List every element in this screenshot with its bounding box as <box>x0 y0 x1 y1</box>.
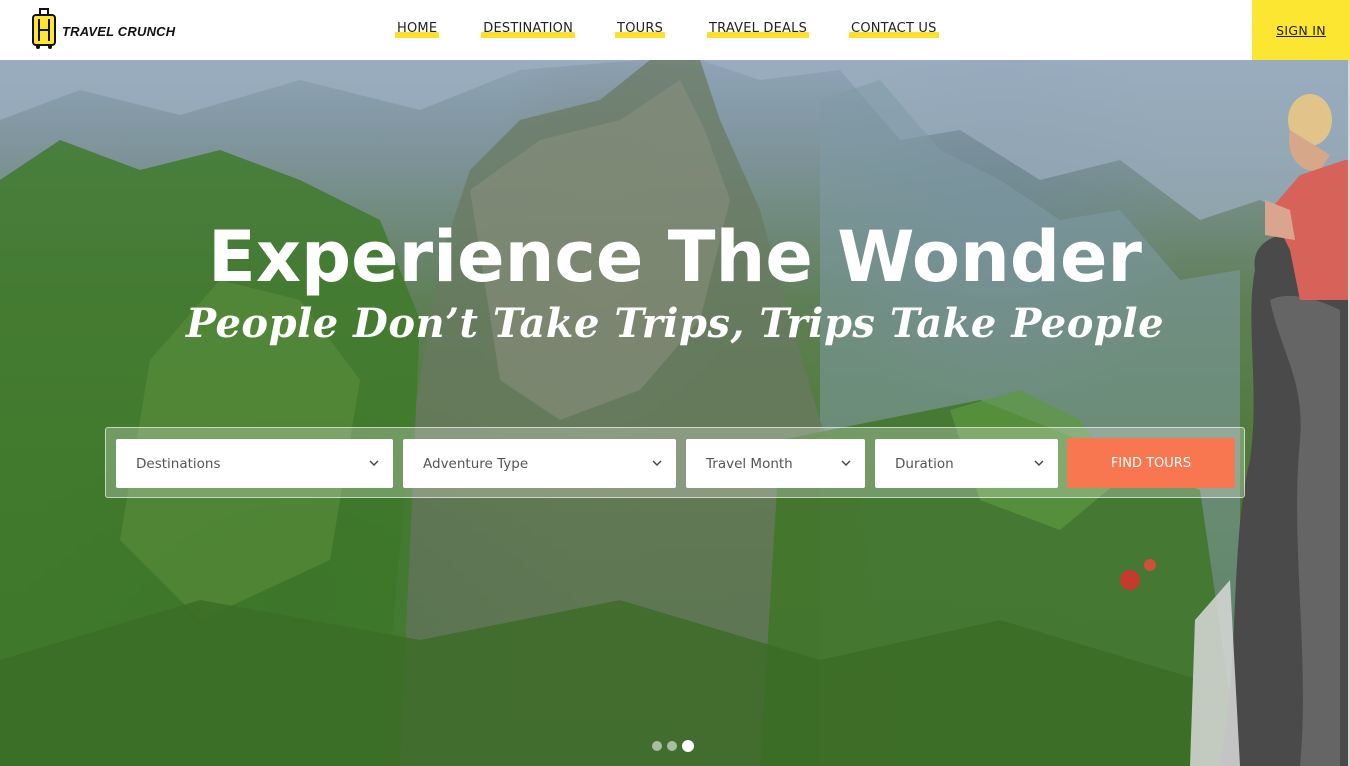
find-tours-button[interactable]: FIND TOURS <box>1067 438 1235 488</box>
chevron-down-icon <box>369 460 379 466</box>
duration-select[interactable]: Duration <box>875 439 1058 488</box>
destinations-select[interactable]: Destinations <box>116 439 393 488</box>
slider-dot-3-active[interactable] <box>682 740 694 752</box>
navbar: TRAVEL CRUNCH HOME DESTINATION TOURS TRA… <box>0 0 1350 60</box>
hero-subtitle: People Don’t Take Trips, Trips Take Peop… <box>185 300 1165 347</box>
destinations-select-label: Destinations <box>136 455 221 472</box>
adventure-type-select-label: Adventure Type <box>423 455 529 472</box>
hero-title: Experience The Wonder <box>208 216 1142 298</box>
slider-dot-2[interactable] <box>667 741 677 751</box>
suitcase-icon <box>32 8 56 49</box>
nav-contact-us[interactable]: CONTACT US <box>849 21 939 38</box>
chevron-down-icon <box>1034 460 1044 466</box>
chevron-down-icon <box>652 460 662 466</box>
nav-tours[interactable]: TOURS <box>615 21 666 38</box>
main-nav: HOME DESTINATION TOURS TRAVEL DEALS CONT… <box>395 21 939 38</box>
sign-in-button[interactable]: SIGN IN <box>1252 0 1350 60</box>
nav-destination[interactable]: DESTINATION <box>481 21 575 38</box>
mountain-landscape-image <box>0 60 1350 766</box>
brand-name: TRAVEL CRUNCH <box>62 23 176 39</box>
brand-logo[interactable]: TRAVEL CRUNCH <box>30 8 175 50</box>
duration-select-label: Duration <box>895 455 954 472</box>
nav-home[interactable]: HOME <box>395 21 440 38</box>
travel-month-select-label: Travel Month <box>706 455 793 472</box>
nav-travel-deals[interactable]: TRAVEL DEALS <box>707 21 810 38</box>
tour-search-form: Destinations Adventure Type Travel Month… <box>105 427 1245 498</box>
travel-month-select[interactable]: Travel Month <box>686 439 865 488</box>
chevron-down-icon <box>841 460 851 466</box>
adventure-type-select[interactable]: Adventure Type <box>403 439 676 488</box>
slider-dot-1[interactable] <box>652 741 662 751</box>
slider-dots <box>652 740 694 752</box>
hero-banner: Experience The Wonder People Don’t Take … <box>0 60 1350 766</box>
